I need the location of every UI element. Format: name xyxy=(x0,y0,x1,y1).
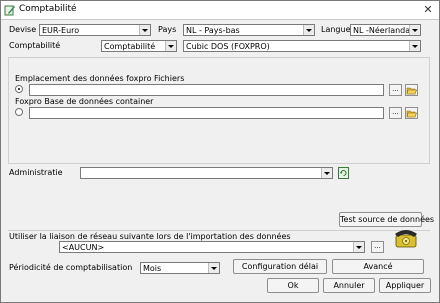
pays-select[interactable]: NL - Pays-bas xyxy=(183,24,315,36)
container-field[interactable] xyxy=(29,107,384,119)
comptabilite-label: Comptabilité xyxy=(9,41,61,50)
avance-button[interactable]: Avancé xyxy=(332,259,424,274)
periodicite-value: Mois xyxy=(143,264,162,273)
devise-select[interactable]: EUR-Euro xyxy=(39,24,151,36)
chevron-down-icon[interactable] xyxy=(303,25,314,35)
chevron-down-icon[interactable] xyxy=(353,242,364,252)
window-title: Comptabilité xyxy=(19,4,77,14)
chevron-down-icon[interactable] xyxy=(409,25,420,35)
network-browse-button[interactable]: ... xyxy=(371,241,384,253)
pays-label: Pays xyxy=(158,25,177,34)
comptabilite-window: Comptabilité ✕ Devise EUR-Euro Pays NL -… xyxy=(0,0,440,303)
container-label: Foxpro Base de données container xyxy=(15,97,154,106)
langue-value: NL -Néerlandais xyxy=(353,26,417,35)
telephone-icon xyxy=(395,230,417,248)
appliquer-button[interactable]: Appliquer xyxy=(379,278,431,293)
container-browse-button[interactable]: ... xyxy=(389,107,402,119)
annuler-button[interactable]: Annuler xyxy=(323,278,375,293)
emplacement-label: Emplacement des données foxpro Fichiers xyxy=(15,74,185,83)
network-select[interactable]: <AUCUN> xyxy=(59,241,365,253)
system-select[interactable]: Cubic DOS (FOXPRO) xyxy=(183,40,421,52)
chevron-down-icon[interactable] xyxy=(409,41,420,51)
app-icon xyxy=(4,5,15,16)
ok-button[interactable]: Ok xyxy=(267,278,319,293)
configuration-delai-button[interactable]: Configuration délai xyxy=(233,259,327,274)
emplacement-field[interactable] xyxy=(29,84,384,96)
chevron-down-icon[interactable] xyxy=(208,263,219,273)
administratie-select[interactable] xyxy=(80,167,333,179)
chevron-down-icon[interactable] xyxy=(165,41,176,51)
chevron-down-icon[interactable] xyxy=(321,168,332,178)
chevron-down-icon[interactable] xyxy=(139,25,150,35)
devise-value: EUR-Euro xyxy=(42,26,80,35)
langue-select[interactable]: NL -Néerlandais xyxy=(350,24,421,36)
langue-label: Langue xyxy=(321,25,351,34)
system-value: Cubic DOS (FOXPRO) xyxy=(186,42,270,51)
refresh-icon[interactable] xyxy=(338,167,349,179)
periodicite-select[interactable]: Mois xyxy=(140,262,220,274)
administratie-label: Administratie xyxy=(9,168,63,177)
title-bar: Comptabilité ✕ xyxy=(1,1,439,20)
open-folder-icon[interactable] xyxy=(405,107,418,119)
test-source-button[interactable]: Test source de données xyxy=(339,212,434,227)
pays-value: NL - Pays-bas xyxy=(186,26,240,35)
network-value: <AUCUN> xyxy=(62,243,105,252)
emplacement-radio[interactable] xyxy=(15,85,23,93)
comptabilite-value: Comptabilité xyxy=(104,42,156,51)
close-icon[interactable]: ✕ xyxy=(419,3,437,17)
devise-label: Devise xyxy=(9,25,37,34)
comptabilite-select[interactable]: Comptabilité xyxy=(101,40,177,52)
periodicite-label: Périodicité de comptabilisation xyxy=(9,263,133,272)
open-folder-icon[interactable] xyxy=(405,84,418,96)
emplacement-browse-button[interactable]: ... xyxy=(389,84,402,96)
container-radio[interactable] xyxy=(15,108,23,116)
